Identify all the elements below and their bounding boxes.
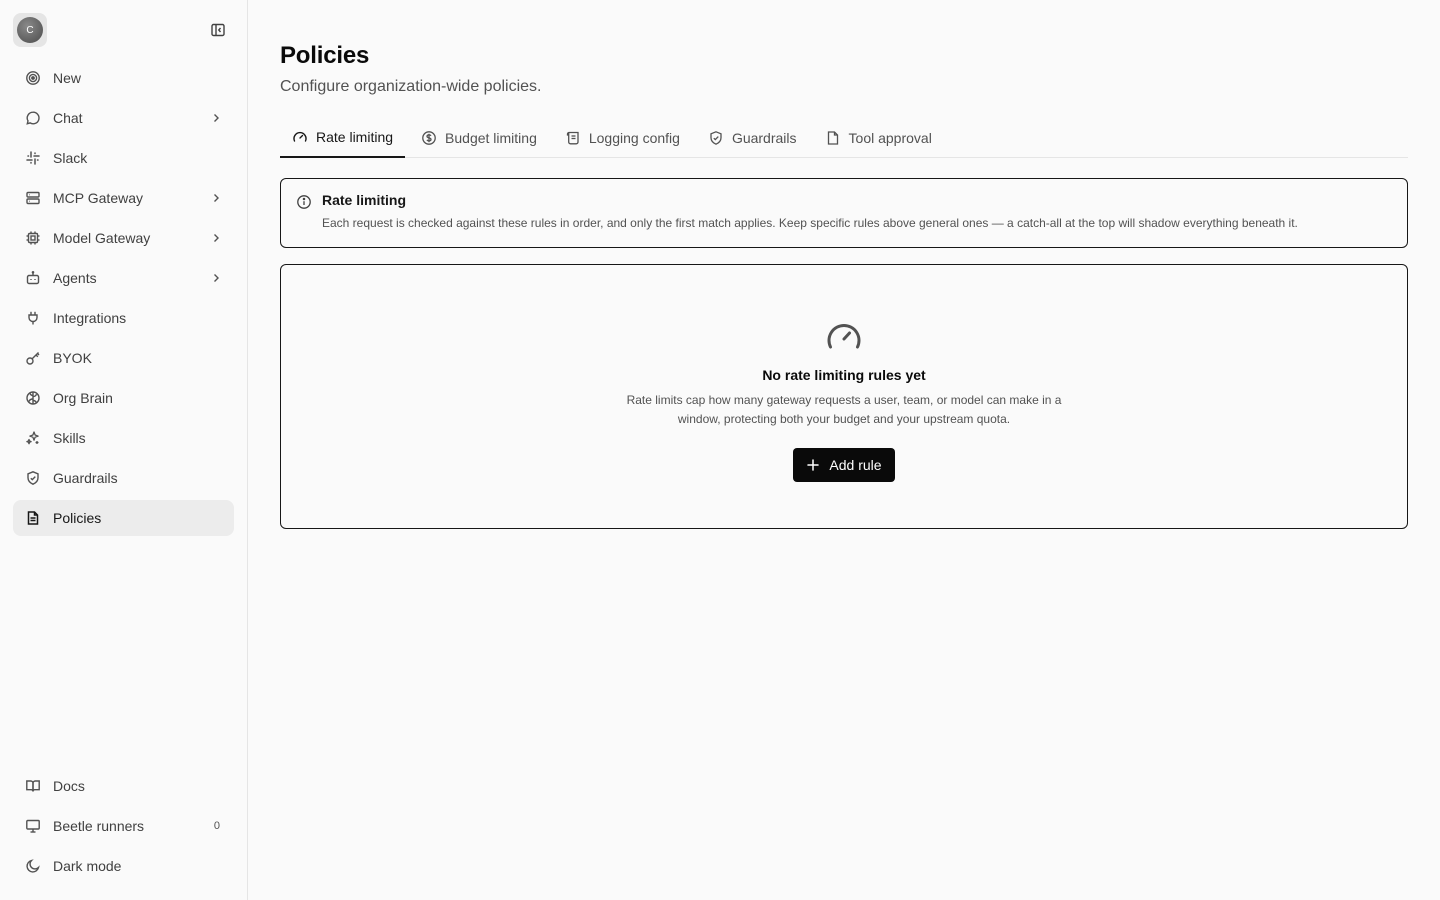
empty-state-text: Rate limits cap how many gateway request… (626, 392, 1062, 426)
add-rule-button[interactable]: Add rule (793, 448, 895, 483)
key-icon (23, 348, 43, 368)
tab-label: Rate limiting (316, 129, 394, 145)
collapse-sidebar-button[interactable] (204, 16, 232, 44)
chat-icon (23, 108, 43, 128)
sidebar-item-label: Skills (53, 430, 86, 446)
chevron-right-icon (208, 270, 224, 286)
sidebar-item-label: Chat (53, 110, 83, 126)
sidebar-item-byok[interactable]: BYOK (13, 340, 234, 376)
tab-label: Tool approval (848, 129, 932, 146)
app: C New Chat Slack MCP Gateway Model Gatew… (0, 0, 1440, 900)
sidebar-item-label: MCP Gateway (53, 190, 143, 206)
sidebar-item-chat[interactable]: Chat (13, 100, 234, 136)
chevron-right-icon (208, 110, 224, 126)
tab-budget-limiting[interactable]: Budget limiting (409, 118, 549, 157)
sidebar-item-label: Agents (53, 270, 97, 286)
sidebar-item-policies[interactable]: Policies (13, 500, 234, 536)
chevron-right-icon (208, 190, 224, 206)
info-content: Rate limiting Each request is checked ag… (322, 192, 1298, 232)
bot-icon (23, 268, 43, 288)
sidebar-item-new[interactable]: New (13, 60, 234, 96)
target-icon (23, 68, 43, 88)
sparkles-icon (23, 428, 43, 448)
policy-tabs: Rate limiting Budget limiting Logging co… (280, 118, 1408, 158)
plus-icon (806, 458, 820, 472)
page-subtitle: Configure organization-wide policies. (280, 78, 542, 95)
info-text: Each request is checked against these ru… (322, 216, 1298, 230)
sidebar-item-label: Org Brain (53, 390, 113, 406)
sidebar-item-label: BYOK (53, 350, 92, 366)
sidebar-item-docs[interactable]: Docs (13, 768, 234, 804)
server-icon (23, 188, 43, 208)
main-content: Policies Configure organization-wide pol… (248, 0, 1440, 900)
shield-icon (23, 468, 43, 488)
workspace-switcher[interactable]: C (13, 13, 47, 47)
info-title: Rate limiting (322, 192, 407, 208)
slack-icon (23, 148, 43, 168)
sidebar-item-label: Beetle runners (53, 818, 145, 834)
tab-rate-limiting[interactable]: Rate limiting (280, 118, 406, 158)
rate-limiting-info-box: Rate limiting Each request is checked ag… (280, 178, 1408, 248)
tab-guardrails[interactable]: Guardrails (696, 118, 809, 157)
sidebar-item-integrations[interactable]: Integrations (13, 300, 234, 336)
file-icon (825, 130, 841, 146)
sidebar-item-slack[interactable]: Slack (13, 140, 234, 176)
sidebar-nav: New Chat Slack MCP Gateway Model Gateway (13, 60, 234, 540)
empty-state-card: No rate limiting rules yet Rate limits c… (280, 263, 1408, 529)
sidebar-item-skills[interactable]: Skills (13, 420, 234, 456)
sidebar-item-org-brain[interactable]: Org Brain (13, 380, 234, 416)
sidebar-item-label: Policies (53, 510, 102, 526)
tab-logging-config[interactable]: Logging config (553, 118, 692, 157)
sidebar-item-label: Dark mode (53, 858, 122, 874)
sidebar-item-label: New (53, 70, 82, 86)
sidebar-header: C (13, 0, 234, 60)
monitor-icon (23, 816, 43, 836)
dollar-icon (421, 130, 437, 146)
sidebar-item-mcp-gateway[interactable]: MCP Gateway (13, 180, 234, 216)
sidebar: C New Chat Slack MCP Gateway Model Gatew… (0, 0, 248, 900)
sidebar-footer: Docs Beetle runners 0 Dark mode (13, 768, 234, 888)
empty-state-title: No rate limiting rules yet (762, 366, 926, 383)
add-rule-label: Add rule (829, 457, 882, 474)
sidebar-item-label: Model Gateway (53, 230, 151, 246)
sidebar-item-label: Docs (53, 778, 85, 794)
tab-label: Logging config (588, 129, 680, 146)
avatar: C (17, 17, 43, 43)
shield-check-icon (708, 130, 724, 146)
sidebar-toggle-icon (210, 22, 226, 38)
info-icon (296, 194, 312, 210)
dark-mode-toggle[interactable]: Dark mode (13, 848, 234, 884)
plug-icon (23, 308, 43, 328)
book-icon (23, 776, 43, 796)
tab-tool-approval[interactable]: Tool approval (813, 118, 944, 157)
sidebar-item-label: Integrations (53, 310, 127, 326)
sidebar-item-agents[interactable]: Agents (13, 260, 234, 296)
brain-icon (23, 388, 43, 408)
sidebar-item-beetle-runners[interactable]: Beetle runners 0 (13, 808, 234, 844)
cpu-icon (23, 228, 43, 248)
document-icon (23, 508, 43, 528)
runners-count-badge: 0 (213, 820, 220, 832)
tab-label: Budget limiting (445, 129, 537, 146)
gauge-icon (292, 129, 308, 145)
sidebar-item-label: Slack (53, 150, 88, 166)
page-title: Policies (280, 42, 370, 69)
sidebar-item-guardrails[interactable]: Guardrails (13, 460, 234, 496)
scroll-icon (565, 130, 581, 146)
chevron-right-icon (208, 230, 224, 246)
tab-label: Guardrails (731, 129, 797, 146)
moon-icon (23, 856, 43, 876)
sidebar-item-model-gateway[interactable]: Model Gateway (13, 220, 234, 256)
gauge-icon (824, 317, 864, 357)
sidebar-item-label: Guardrails (53, 470, 118, 486)
